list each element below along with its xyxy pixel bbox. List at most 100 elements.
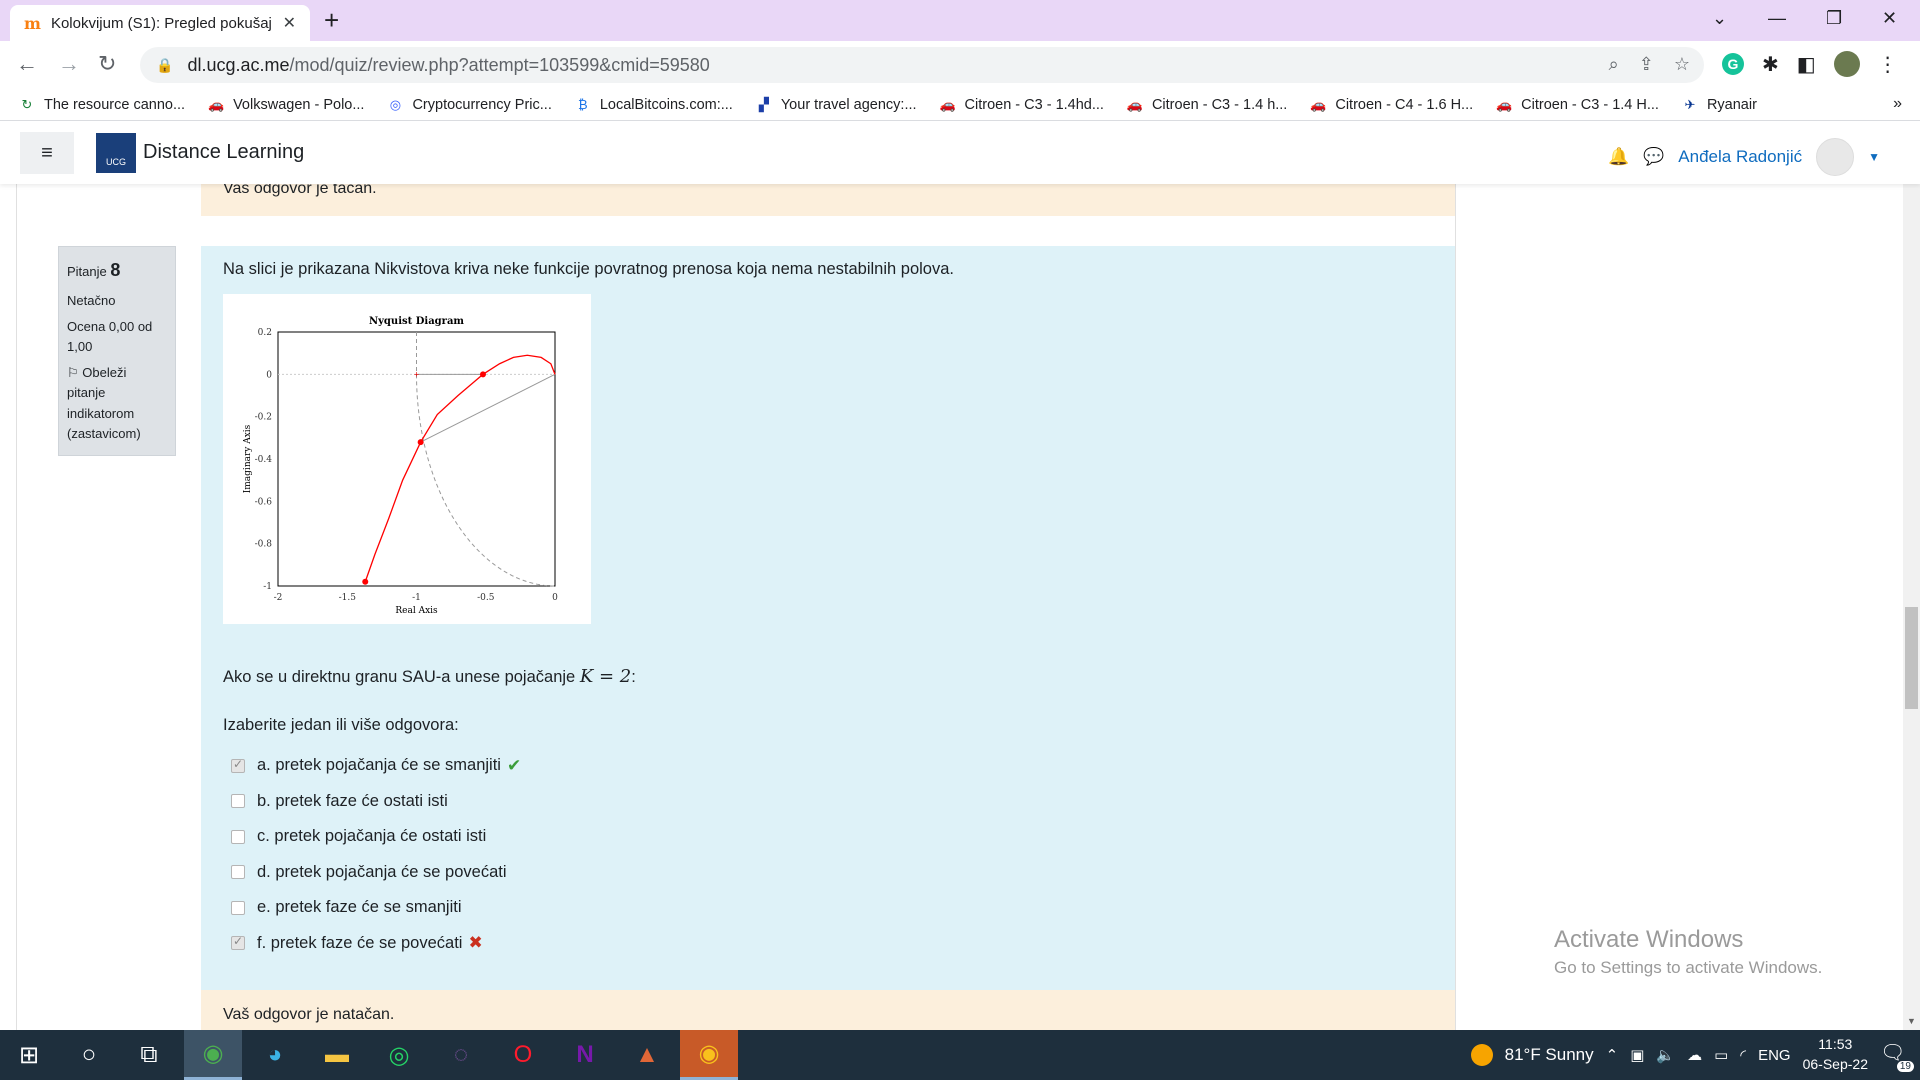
task-view-icon[interactable]: ⧉: [120, 1030, 178, 1080]
system-tray: 81°F Sunny ⌃ ▣ 🔈 ☁ ▭ ◜ ENG 11:53 06-Sep-…: [1470, 1030, 1914, 1080]
menu-icon[interactable]: ⋮: [1878, 52, 1898, 77]
x-tick-label: -1: [412, 593, 421, 603]
chrome-icon[interactable]: ◉: [184, 1030, 242, 1080]
clock-date: 06-Sep-22: [1802, 1056, 1868, 1072]
chevron-up-icon[interactable]: ⌃: [1606, 1046, 1619, 1064]
car-icon: 🚗: [1496, 96, 1513, 112]
battery-icon[interactable]: ▭: [1714, 1046, 1728, 1064]
browser-tab[interactable]: m Kolokvijum (S1): Pregled pokušaj ✕: [10, 5, 310, 41]
profile-avatar[interactable]: [1833, 51, 1860, 77]
car-icon: 🚗: [939, 96, 956, 112]
bookmark-item[interactable]: 🚗 Citroen - C3 - 1.4 h...: [1126, 96, 1287, 114]
curve-marker-point: [362, 578, 369, 585]
bookmark-item[interactable]: 🚗 Citroen - C3 - 1.4 H...: [1495, 96, 1659, 114]
chrome-canary-icon[interactable]: ◉: [680, 1030, 738, 1080]
answer-checkbox[interactable]: [231, 865, 245, 880]
windows-start-icon[interactable]: ⊞: [0, 1030, 58, 1080]
bookmark-item[interactable]: 🚗 Citroen - C4 - 1.6 H...: [1309, 96, 1473, 114]
notifications-icon[interactable]: 🗨 19: [1880, 1040, 1914, 1072]
bookmark-label: Ryanair: [1706, 96, 1757, 113]
page-scrollbar[interactable]: ▲ ▼: [1903, 122, 1920, 1030]
wifi-icon[interactable]: ◜: [1740, 1046, 1746, 1064]
clock-time: 11:53: [1818, 1036, 1853, 1053]
close-icon[interactable]: ✕: [283, 13, 296, 33]
reload-button[interactable]: ↻: [98, 51, 116, 77]
side-panel-icon[interactable]: ◧: [1797, 52, 1816, 77]
chat-icon[interactable]: 💬: [1643, 147, 1664, 167]
url-input[interactable]: 🔒 dl.ucg.ac.me/mod/quiz/review.php?attem…: [140, 47, 1704, 83]
lock-icon[interactable]: 🔒: [156, 57, 173, 74]
matlab-icon[interactable]: ▲: [618, 1030, 676, 1080]
address-toolbar: ← → ↻ 🔒 dl.ucg.ac.me/mod/quiz/review.php…: [0, 41, 1920, 89]
star-icon[interactable]: ☆: [1674, 54, 1690, 75]
extensions-icon[interactable]: ✱: [1762, 52, 1779, 77]
flag-question-link[interactable]: ⚐ Obeleži pitanje indikatorom (zastavico…: [67, 363, 167, 444]
bookmark-item[interactable]: ✈ Ryanair: [1681, 96, 1757, 114]
subtext-after: :: [631, 668, 636, 686]
cloud-icon[interactable]: ☁: [1687, 1046, 1702, 1064]
opera-icon[interactable]: O: [494, 1030, 552, 1080]
answer-label: c. pretek pojačanja će ostati isti: [257, 827, 487, 846]
new-tab-button[interactable]: +: [324, 6, 339, 34]
answer-checkbox[interactable]: [231, 829, 245, 844]
answer-checkbox[interactable]: [231, 900, 245, 915]
site-name[interactable]: Distance Learning: [143, 141, 304, 164]
grammarly-icon[interactable]: G: [1722, 53, 1744, 75]
forward-button[interactable]: →: [58, 51, 80, 77]
menu-toggle-button[interactable]: ≡: [20, 132, 74, 174]
chevron-down-icon[interactable]: ▼: [1868, 150, 1880, 164]
scroll-down-icon[interactable]: ▼: [1907, 1016, 1916, 1026]
edge-icon[interactable]: ◕: [246, 1030, 304, 1080]
ucg-logo[interactable]: UCG: [96, 133, 136, 173]
y-tick-label: -0.6: [255, 497, 273, 507]
back-button[interactable]: ←: [16, 51, 38, 77]
search-icon[interactable]: ○: [60, 1030, 118, 1080]
incorrect-cross-icon: ✖: [468, 933, 483, 953]
tab-search-icon[interactable]: ⌄: [1712, 8, 1727, 29]
restore-button[interactable]: ❐: [1826, 8, 1842, 29]
more-bookmarks-icon[interactable]: »: [1893, 95, 1902, 113]
bookmark-item[interactable]: ↻ The resource canno...: [18, 96, 186, 114]
user-avatar[interactable]: [1816, 138, 1855, 176]
weather-text[interactable]: 81°F Sunny: [1505, 1045, 1594, 1065]
bookmark-item[interactable]: ₿ LocalBitcoins.com:...: [574, 96, 733, 114]
chart-title: Nyquist Diagram: [369, 316, 464, 327]
activate-windows-watermark: Activate Windows Go to Settings to activ…: [1554, 926, 1822, 978]
answer-option: e. pretek faze će se smanjiti: [231, 890, 521, 926]
bell-icon[interactable]: 🔔: [1608, 147, 1629, 167]
y-tick-label: 0: [266, 370, 272, 380]
bitcoin-icon: ₿: [578, 96, 588, 112]
y-tick-label: -0.8: [255, 540, 273, 550]
answer-checkbox[interactable]: [231, 934, 245, 951]
bookmark-item[interactable]: ◎ Cryptocurrency Pric...: [386, 96, 552, 114]
bookmark-item[interactable]: 🚗 Citroen - C3 - 1.4hd...: [939, 96, 1104, 114]
share-icon[interactable]: ⇪: [1639, 54, 1654, 75]
sun-icon[interactable]: [1470, 1044, 1493, 1066]
zoom-icon[interactable]: ⌕: [1609, 54, 1619, 75]
feedback-text: Vaš odgovor je natačan.: [223, 1006, 395, 1023]
minimize-button[interactable]: —: [1768, 8, 1786, 29]
answer-option: f. pretek faze će se povećati ✖: [231, 926, 521, 962]
y-tick-label: -1: [263, 582, 272, 592]
file-explorer-icon[interactable]: ▬: [308, 1030, 366, 1080]
onenote-icon[interactable]: N: [556, 1030, 614, 1080]
viber-icon[interactable]: ◌: [432, 1030, 490, 1080]
answer-option: c. pretek pojačanja će ostati isti: [231, 819, 521, 855]
watermark-subtitle: Go to Settings to activate Windows.: [1554, 958, 1823, 977]
meet-icon[interactable]: ▣: [1630, 1046, 1644, 1064]
clock[interactable]: 11:53 06-Sep-22: [1803, 1035, 1868, 1074]
whatsapp-icon[interactable]: ◎: [370, 1030, 428, 1080]
volume-icon[interactable]: 🔈: [1656, 1046, 1675, 1064]
close-window-button[interactable]: ✕: [1882, 8, 1897, 29]
language-indicator[interactable]: ENG: [1758, 1047, 1791, 1064]
answer-checkbox[interactable]: [231, 794, 245, 809]
question-subtext: Ako se u direktnu granu SAU-a unese poja…: [223, 666, 636, 687]
user-name[interactable]: Anđela Radonjić: [1678, 147, 1802, 167]
x-tick-label: -0.5: [477, 593, 495, 603]
scroll-thumb[interactable]: [1905, 607, 1918, 709]
answer-checkbox[interactable]: [231, 757, 245, 773]
bookmark-item[interactable]: 🚗 Volkswagen - Polo...: [207, 96, 364, 114]
bookmarks-bar: ↻ The resource canno... 🚗 Volkswagen - Polo…: [0, 89, 1920, 121]
bookmark-item[interactable]: ▞ Your travel agency:...: [755, 96, 917, 114]
bookmark-label: Cryptocurrency Pric...: [412, 96, 552, 113]
